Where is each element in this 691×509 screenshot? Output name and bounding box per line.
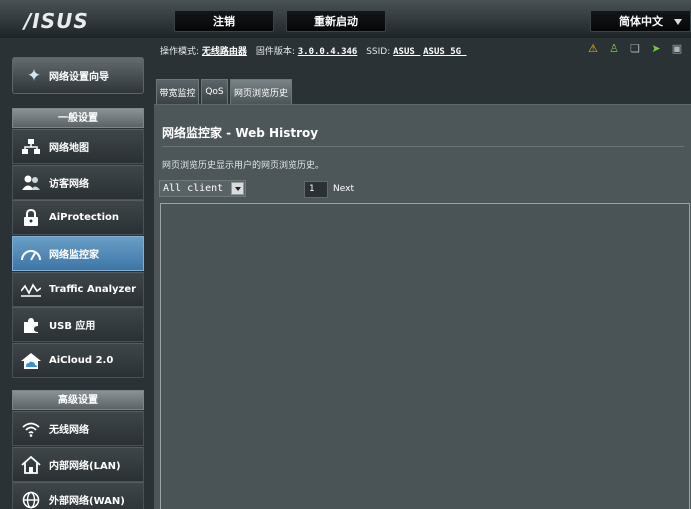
asus-logo: /ISUS: [24, 9, 89, 33]
client-select-value: All client: [163, 183, 224, 194]
ssid-5g[interactable]: ASUS_5G_: [423, 47, 466, 57]
sidebar-item-label: 访客网络: [49, 179, 89, 190]
general-settings-header: 一般设置: [12, 108, 144, 128]
sidebar-item-label: 网络监控家: [49, 250, 99, 261]
globe-icon: [13, 491, 49, 509]
language-label: 简体中文: [619, 15, 663, 28]
tab-web-history[interactable]: 网页浏览历史: [230, 79, 292, 104]
wifi-icon: [13, 421, 49, 437]
guest-network-icon: [13, 175, 49, 191]
printer-icon[interactable]: ❏: [629, 43, 641, 55]
firmware-label: 固件版本:: [255, 47, 295, 57]
ssid-2g[interactable]: ASUS_: [393, 47, 420, 57]
sidebar-item-label: USB 应用: [49, 321, 96, 332]
chevron-down-icon: [674, 19, 682, 25]
sidebar-item-aiprotection[interactable]: AiProtection: [12, 200, 144, 235]
top-bar: /ISUS 注销 重新启动 简体中文: [0, 0, 691, 38]
logout-button[interactable]: 注销: [174, 10, 274, 32]
traffic-icon: [13, 282, 49, 297]
language-dropdown[interactable]: 简体中文: [590, 10, 691, 32]
puzzle-icon: [13, 316, 49, 334]
usb-icon[interactable]: ➤: [650, 43, 662, 55]
firmware-value[interactable]: 3.0.0.4.346: [298, 47, 358, 57]
mode-value[interactable]: 无线路由器: [202, 47, 247, 57]
page-description: 网页浏览历史显示用户的网页浏览历史。: [162, 161, 325, 171]
sidebar-item-label: 无线网络: [49, 425, 89, 436]
next-page-link[interactable]: Next: [333, 184, 354, 194]
page-number-input[interactable]: 1: [304, 181, 328, 198]
sidebar-item-adaptive-qos[interactable]: 网络监控家: [12, 236, 144, 271]
sidebar-item-label: 外部网络(WAN): [49, 496, 125, 507]
mode-label: 操作模式:: [160, 47, 200, 57]
status-icons: ⚠ ♙ ❏ ➤ ▣: [587, 43, 683, 55]
sidebar-item-lan[interactable]: 内部网络(LAN): [12, 447, 144, 482]
quick-setup-label: 网络设置向导: [49, 72, 109, 83]
warning-icon[interactable]: ⚠: [587, 43, 599, 55]
reboot-button[interactable]: 重新启动: [286, 10, 386, 32]
sidebar-item-label: AiProtection: [49, 212, 119, 223]
sidebar-item-label: AiCloud 2.0: [49, 355, 114, 366]
history-list-area[interactable]: [160, 203, 690, 509]
home-icon: [13, 455, 49, 474]
sidebar-item-label: 网络地图: [49, 143, 89, 154]
cloud-icon: [13, 352, 49, 370]
sidebar-item-traffic-analyzer[interactable]: Traffic Analyzer: [12, 272, 144, 307]
client-select[interactable]: All client: [159, 180, 246, 197]
status-line: 操作模式: 无线路由器 固件版本: 3.0.0.4.346 SSID: ASUS…: [160, 44, 466, 57]
sidebar-item-aicloud[interactable]: AiCloud 2.0: [12, 343, 144, 378]
ssid-label: SSID:: [366, 47, 391, 57]
quick-setup-button[interactable]: ✦ 网络设置向导: [12, 57, 144, 94]
sidebar-item-guest-network[interactable]: 访客网络: [12, 165, 144, 200]
lock-icon: [13, 208, 49, 227]
gauge-icon: [13, 247, 49, 261]
sidebar-item-wireless[interactable]: 无线网络: [12, 411, 144, 446]
sidebar-item-label: Traffic Analyzer: [49, 284, 137, 295]
sidebar-item-label: 内部网络(LAN): [49, 461, 121, 472]
page-title: 网络监控家 - Web Histroy: [162, 126, 319, 140]
chevron-down-icon[interactable]: [231, 182, 244, 195]
sidebar-item-usb-application[interactable]: USB 应用: [12, 307, 144, 342]
tab-bandwidth-monitor[interactable]: 带宽监控: [156, 79, 199, 104]
magic-wand-icon: ✦: [26, 65, 42, 86]
sidebar-item-wan[interactable]: 外部网络(WAN): [12, 482, 144, 509]
tab-qos[interactable]: QoS: [201, 79, 228, 104]
sidebar-item-network-map[interactable]: 网络地图: [12, 129, 144, 164]
advanced-settings-header: 高级设置: [12, 390, 144, 410]
network-map-icon: [13, 138, 49, 155]
users-icon[interactable]: ♙: [608, 43, 620, 55]
title-divider: [162, 146, 684, 147]
app-icon[interactable]: ▣: [671, 43, 683, 55]
